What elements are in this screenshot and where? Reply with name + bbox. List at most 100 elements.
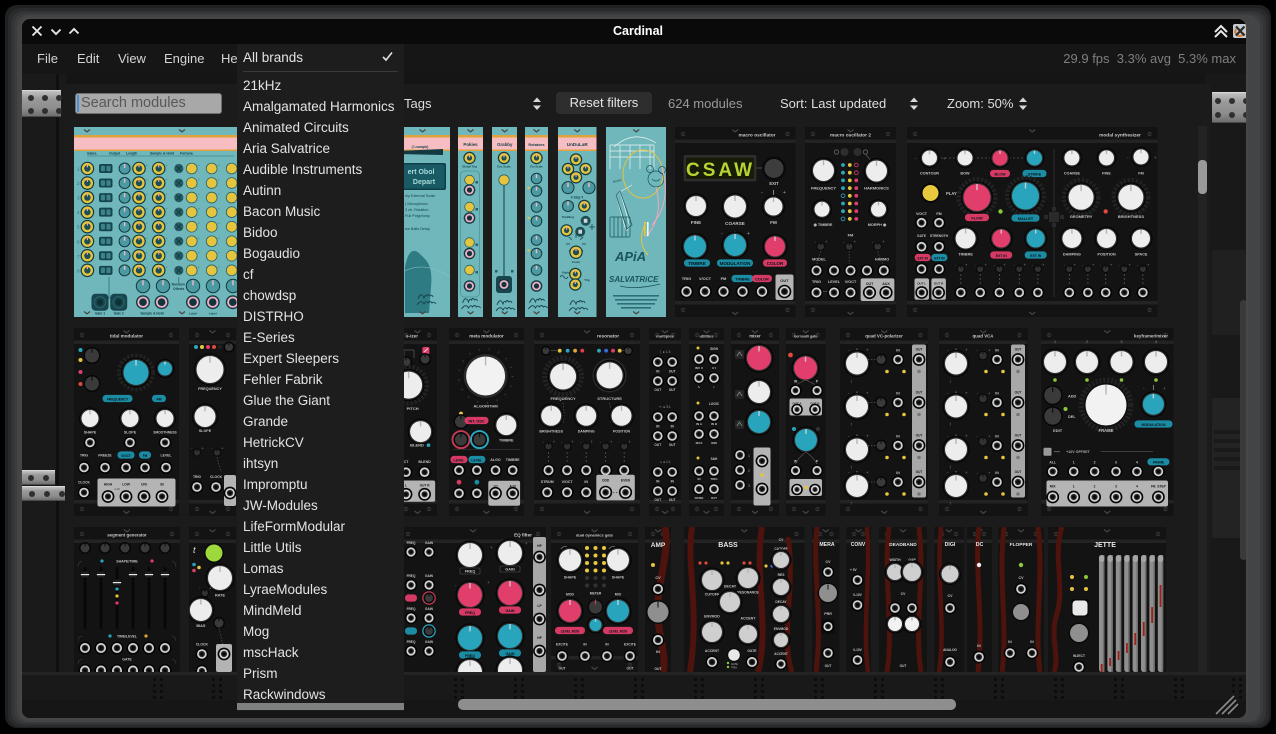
svg-text:V/OCT: V/OCT [845,280,857,284]
svg-text:NOISE: NOISE [695,496,704,500]
svg-text:+: + [166,221,168,225]
svg-text:SHAPE: SHAPE [84,430,97,434]
svg-text:+: + [218,207,220,211]
svg-text:Label: Label [189,311,197,315]
svg-text:V/OCT: V/OCT [121,453,131,457]
svg-text:+: + [218,163,220,167]
svg-text:TRIG: TRIG [710,477,718,481]
svg-text:↓: ↓ [949,378,952,384]
svg-text:OUT: OUT [825,664,832,668]
svg-text:-: - [146,242,147,246]
svg-text:-: - [977,471,978,475]
svg-text:TIMBRE: TIMBRE [735,277,750,281]
svg-text:SАLVATRiCE: SАLVATRiCE [609,275,659,284]
svg-text:OUT: OUT [915,347,922,351]
svg-text:TRIG: TRIG [812,280,821,284]
svg-text:SLOPE: SLOPE [124,430,137,434]
svg-text:TIMBRE: TIMBRE [688,260,706,265]
svg-text:resonator: resonator [596,333,618,339]
svg-text:DAMPING: DAMPING [577,429,594,433]
svg-text:HP: HP [537,636,542,640]
svg-text:JETTE: JETTE [1094,542,1116,549]
svg-text:-: - [198,256,199,260]
svg-text:BI: BI [160,482,163,486]
svg-text:-: - [218,169,219,173]
svg-text:IN: IN [1008,640,1012,644]
svg-text:-: - [166,184,167,188]
svg-text:DEADBAND: DEADBAND [889,542,917,548]
svg-text:LEVEL MOD: LEVEL MOD [609,629,628,633]
svg-text:+: + [553,440,555,444]
svg-text:-: - [166,271,167,275]
svg-text:FREQ: FREQ [407,640,416,644]
svg-text:-: - [146,198,147,202]
svg-text:CT: CT [404,459,410,463]
svg-text:-: - [618,440,619,444]
svg-text:meta modulator: meta modulator [469,333,504,338]
svg-text:+: + [988,471,990,475]
svg-text:-: - [1032,262,1033,266]
svg-text:FRAME: FRAME [1099,428,1114,433]
svg-text:U I: U I [712,366,716,370]
svg-text:AРiA: AРiA [614,249,646,264]
svg-text:3 ch. Rotation: 3 ch. Rotation [405,208,428,212]
svg-text:ALL: ALL [1049,460,1056,464]
svg-text:OUT: OUT [627,667,634,671]
svg-text:COARSE: COARSE [725,221,745,226]
svg-text:IN: IN [995,471,999,475]
svg-text:↕: ↕ [850,421,853,427]
svg-text:OUT: OUT [669,369,676,373]
svg-text:FM: FM [770,220,777,225]
svg-text:EQ filter: EQ filter [514,533,532,538]
svg-text:CV: CV [826,560,832,564]
svg-text:OUT: OUT [669,498,676,502]
svg-text:DC: DC [975,542,983,548]
svg-text:LOGIC: LOGIC [709,402,720,406]
svg-text:≀: ≀ [713,385,714,389]
svg-text:↕: ↕ [949,464,952,470]
svg-text:FLOPPER: FLOPPER [1010,542,1033,548]
svg-text:-: - [218,227,219,231]
svg-text:Offsets: Offsets [173,287,185,291]
svg-text:-: - [815,240,816,244]
svg-text:INV U: INV U [695,366,703,370]
svg-text:OUT: OUT [915,390,922,394]
svg-text:FM: FM [1138,171,1143,175]
svg-text:✂ ● 3:1: ✂ ● 3:1 [659,405,671,409]
svg-text:V/OCT: V/OCT [561,480,573,484]
svg-text:LP: LP [537,604,542,608]
svg-text:MODULATION: MODULATION [1141,422,1165,426]
svg-text:Length: Length [126,151,137,155]
svg-text:EXT IN: EXT IN [918,256,929,260]
svg-text:mixer: mixer [749,333,761,338]
svg-text:bernoulli gate: bernoulli gate [794,334,817,338]
svg-text:+: + [1154,155,1157,160]
svg-text:Output: Output [109,151,121,155]
svg-text:STRUCTURE: STRUCTURE [597,395,622,400]
svg-text:FREEZE: FREEZE [98,453,112,457]
svg-text:+: + [209,587,211,591]
svg-text:SMOOTHNESS: SMOOTHNESS [153,430,177,434]
svg-text:Ext. Scale: Ext. Scale [497,164,511,168]
svg-text:CUTOFF: CUTOFF [705,593,720,597]
svg-text:+: + [146,250,148,254]
svg-text:+: + [490,545,493,550]
svg-text:1-16: 1-16 [114,487,120,491]
svg-text:+: + [965,470,968,475]
svg-text:AMP: AMP [651,542,666,549]
svg-text:+: + [988,391,990,395]
svg-text:TIMBRE: TIMBRE [506,458,520,462]
svg-text:RES: RES [778,573,786,577]
svg-text:GEOMETRY: GEOMETRY [1070,213,1093,218]
svg-text:+: + [1147,262,1149,266]
svg-text:GAIN: GAIN [506,652,515,656]
svg-text:Global Trig: Global Trig [462,164,477,168]
svg-text:RESONANCE: RESONANCE [737,591,759,595]
svg-text:S&H: S&H [711,457,718,461]
svg-text:+ 5V: + 5V [850,568,858,572]
svg-text:-: - [146,169,147,173]
svg-text:OUT: OUT [1015,347,1022,351]
svg-text:OUT: OUT [899,664,906,668]
svg-text:L: L [405,483,407,487]
svg-text:V/OCT: V/OCT [916,212,928,216]
